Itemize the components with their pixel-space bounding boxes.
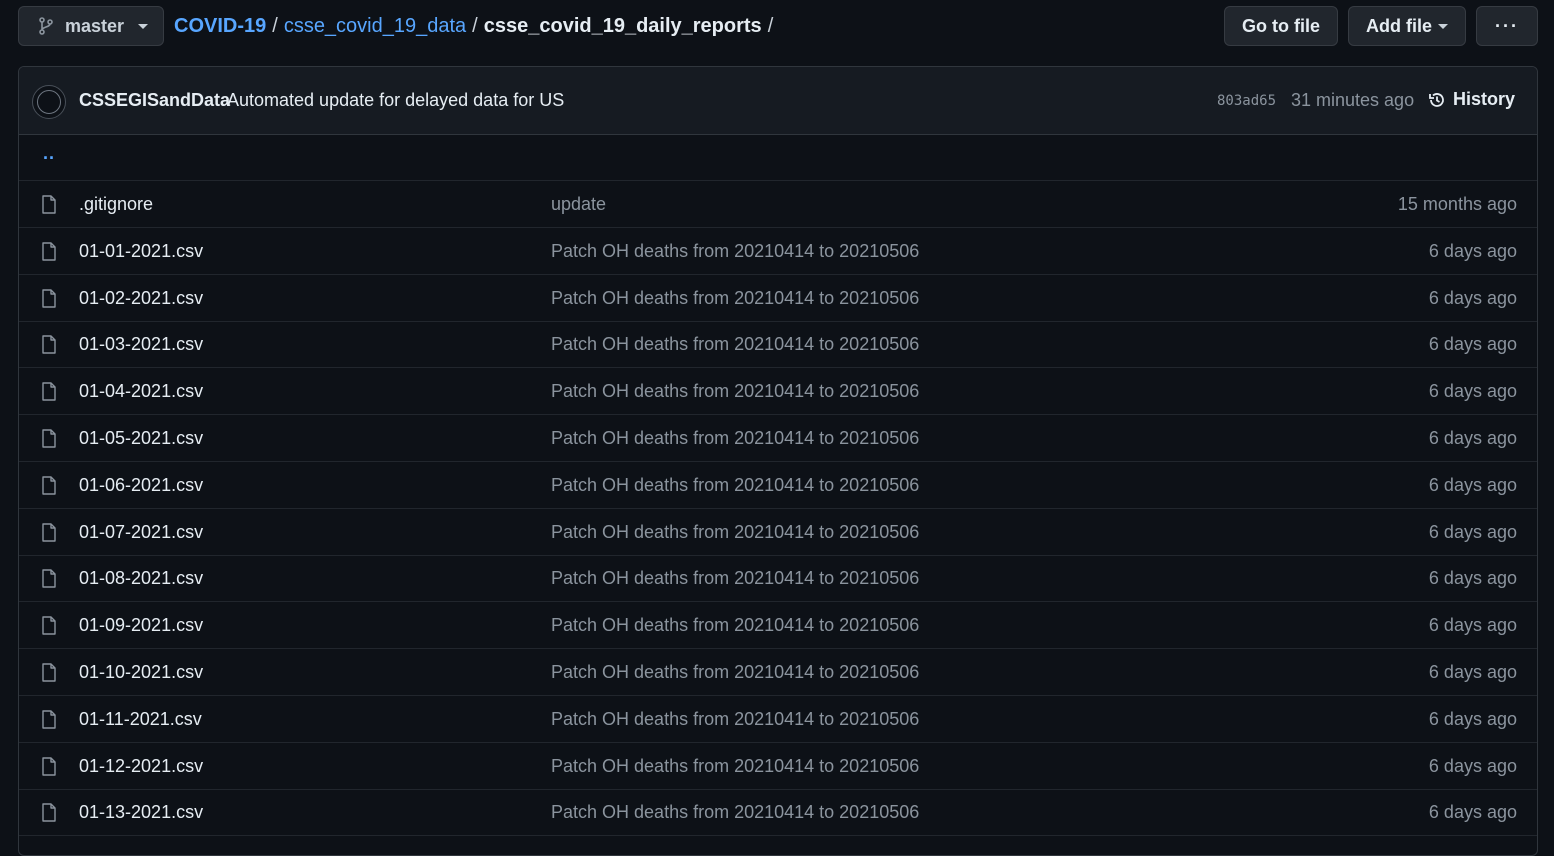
file-commit-message[interactable]: Patch OH deaths from 20210414 to 2021050… <box>551 334 919 355</box>
file-commit-message[interactable]: Patch OH deaths from 20210414 to 2021050… <box>551 709 919 730</box>
file-name[interactable]: 01-04-2021.csv <box>79 381 203 402</box>
file-commit-message[interactable]: Patch OH deaths from 20210414 to 2021050… <box>551 802 919 823</box>
file-name[interactable]: 01-06-2021.csv <box>79 475 203 496</box>
file-icon <box>42 288 56 308</box>
file-name[interactable]: 01-12-2021.csv <box>79 756 203 777</box>
file-name[interactable]: 01-11-2021.csv <box>79 709 202 730</box>
file-name[interactable]: 01-08-2021.csv <box>79 568 203 589</box>
file-name[interactable]: 01-05-2021.csv <box>79 428 203 449</box>
go-to-file-button[interactable]: Go to file <box>1224 6 1338 46</box>
git-branch-icon <box>39 17 53 35</box>
breadcrumb-folder-link[interactable]: csse_covid_19_data <box>284 15 466 38</box>
file-commit-age: 6 days ago <box>1428 381 1517 402</box>
file-icon <box>42 756 56 776</box>
file-commit-age: 6 days ago <box>1428 568 1517 589</box>
file-commit-message[interactable]: Patch OH deaths from 20210414 to 2021050… <box>551 428 919 449</box>
file-row: 01-06-2021.csv Patch OH deaths from 2021… <box>19 462 1537 509</box>
file-row: 01-01-2021.csv Patch OH deaths from 2021… <box>19 228 1537 275</box>
file-commit-age: 6 days ago <box>1428 474 1517 495</box>
branch-name: master <box>65 15 125 36</box>
file-name[interactable]: 01-02-2021.csv <box>79 288 203 309</box>
file-commit-age: 6 days ago <box>1428 521 1517 542</box>
file-row: 01-13-2021.csv Patch OH deaths from 2021… <box>19 789 1537 837</box>
file-icon <box>42 242 56 261</box>
file-row: 01-05-2021.csv Patch OH deaths from 2021… <box>19 415 1537 462</box>
breadcrumb: COVID-19 / csse_covid_19_data / csse_cov… <box>174 6 779 46</box>
avatar[interactable] <box>32 85 66 119</box>
file-icon <box>42 335 56 355</box>
file-commit-age: 6 days ago <box>1428 240 1517 261</box>
file-icon <box>42 429 56 448</box>
more-options-button[interactable]: ··· <box>1476 6 1538 46</box>
commit-time: 31 minutes ago <box>1291 90 1415 110</box>
file-row: 01-09-2021.csv Patch OH deaths from 2021… <box>19 602 1537 650</box>
breadcrumb-current: csse_covid_19_daily_reports <box>483 14 762 37</box>
history-label: History <box>1453 89 1516 109</box>
parent-directory-link[interactable]: .. <box>43 143 55 164</box>
file-commit-age: 6 days ago <box>1428 615 1517 636</box>
add-file-label: Add file <box>1366 15 1432 36</box>
file-name[interactable]: 01-09-2021.csv <box>79 615 203 636</box>
file-commit-message[interactable]: Patch OH deaths from 20210414 to 2021050… <box>551 522 919 543</box>
file-row: 01-07-2021.csv Patch OH deaths from 2021… <box>19 509 1537 556</box>
breadcrumb-separator: / <box>272 14 278 37</box>
latest-commit-bar: CSSEGISandData Automated update for dela… <box>19 67 1537 135</box>
file-commit-age: 6 days ago <box>1428 662 1517 682</box>
parent-directory-row: .. <box>19 135 1537 181</box>
file-name[interactable]: 01-07-2021.csv <box>79 522 203 543</box>
file-list: CSSEGISandData Automated update for dela… <box>18 66 1538 856</box>
commit-message[interactable]: Automated update for delayed data for US <box>227 90 564 111</box>
breadcrumb-separator: / <box>472 14 478 37</box>
file-icon <box>42 569 56 589</box>
file-row: 01-04-2021.csv Patch OH deaths from 2021… <box>19 368 1537 416</box>
add-file-button[interactable]: Add file <box>1348 6 1466 46</box>
breadcrumb-root-link[interactable]: COVID-19 <box>174 15 266 38</box>
history-icon <box>1429 92 1444 107</box>
file-name[interactable]: 01-03-2021.csv <box>79 334 203 355</box>
file-commit-age: 6 days ago <box>1428 428 1517 448</box>
commit-author[interactable]: CSSEGISandData <box>79 90 230 111</box>
file-name[interactable]: 01-01-2021.csv <box>79 241 203 262</box>
file-commit-message[interactable]: Patch OH deaths from 20210414 to 2021050… <box>551 756 919 777</box>
file-icon <box>42 195 56 214</box>
breadcrumb-separator: / <box>767 14 774 37</box>
file-icon <box>42 803 56 823</box>
file-icon <box>42 616 56 635</box>
file-commit-message[interactable]: Patch OH deaths from 20210414 to 2021050… <box>551 381 919 402</box>
file-commit-age: 6 days ago <box>1428 802 1517 823</box>
file-icon <box>42 710 56 729</box>
commit-sha[interactable]: 803ad65 <box>1217 93 1276 109</box>
file-name[interactable]: 01-10-2021.csv <box>79 662 203 683</box>
file-row: .gitignore update 15 months ago <box>19 181 1537 228</box>
file-icon <box>42 663 56 682</box>
file-commit-message[interactable]: Patch OH deaths from 20210414 to 2021050… <box>551 241 919 262</box>
repo-toolbar: master COVID-19 / csse_covid_19_data / c… <box>18 6 1538 46</box>
file-name[interactable]: 01-13-2021.csv <box>79 802 203 823</box>
file-row: 01-10-2021.csv Patch OH deaths from 2021… <box>19 649 1537 696</box>
file-commit-message[interactable]: update <box>551 194 606 215</box>
file-row: 01-03-2021.csv Patch OH deaths from 2021… <box>19 321 1537 369</box>
file-row: 01-08-2021.csv Patch OH deaths from 2021… <box>19 555 1537 603</box>
chevron-down-icon <box>138 23 149 29</box>
file-icon <box>42 522 56 542</box>
file-icon <box>42 382 56 401</box>
file-commit-message[interactable]: Patch OH deaths from 20210414 to 2021050… <box>551 288 919 309</box>
file-commit-message[interactable]: Patch OH deaths from 20210414 to 2021050… <box>551 662 919 683</box>
file-commit-message[interactable]: Patch OH deaths from 20210414 to 2021050… <box>551 568 919 589</box>
file-commit-age: 6 days ago <box>1428 755 1517 776</box>
file-icon <box>42 476 56 495</box>
file-name[interactable]: .gitignore <box>79 194 153 215</box>
file-commit-age: 6 days ago <box>1428 287 1517 308</box>
file-row: 01-11-2021.csv Patch OH deaths from 2021… <box>19 696 1537 743</box>
file-commit-message[interactable]: Patch OH deaths from 20210414 to 2021050… <box>551 615 919 636</box>
file-row: 01-02-2021.csv Patch OH deaths from 2021… <box>19 275 1537 322</box>
branch-select-button[interactable]: master <box>18 6 164 46</box>
file-commit-message[interactable]: Patch OH deaths from 20210414 to 2021050… <box>551 475 919 496</box>
history-button[interactable]: History <box>1427 89 1515 110</box>
chevron-down-icon <box>1438 23 1448 29</box>
file-commit-age: 6 days ago <box>1428 334 1517 355</box>
file-commit-age: 6 days ago <box>1428 708 1517 729</box>
file-row: 01-12-2021.csv Patch OH deaths from 2021… <box>19 743 1537 790</box>
file-commit-age: 15 months ago <box>1397 194 1517 214</box>
